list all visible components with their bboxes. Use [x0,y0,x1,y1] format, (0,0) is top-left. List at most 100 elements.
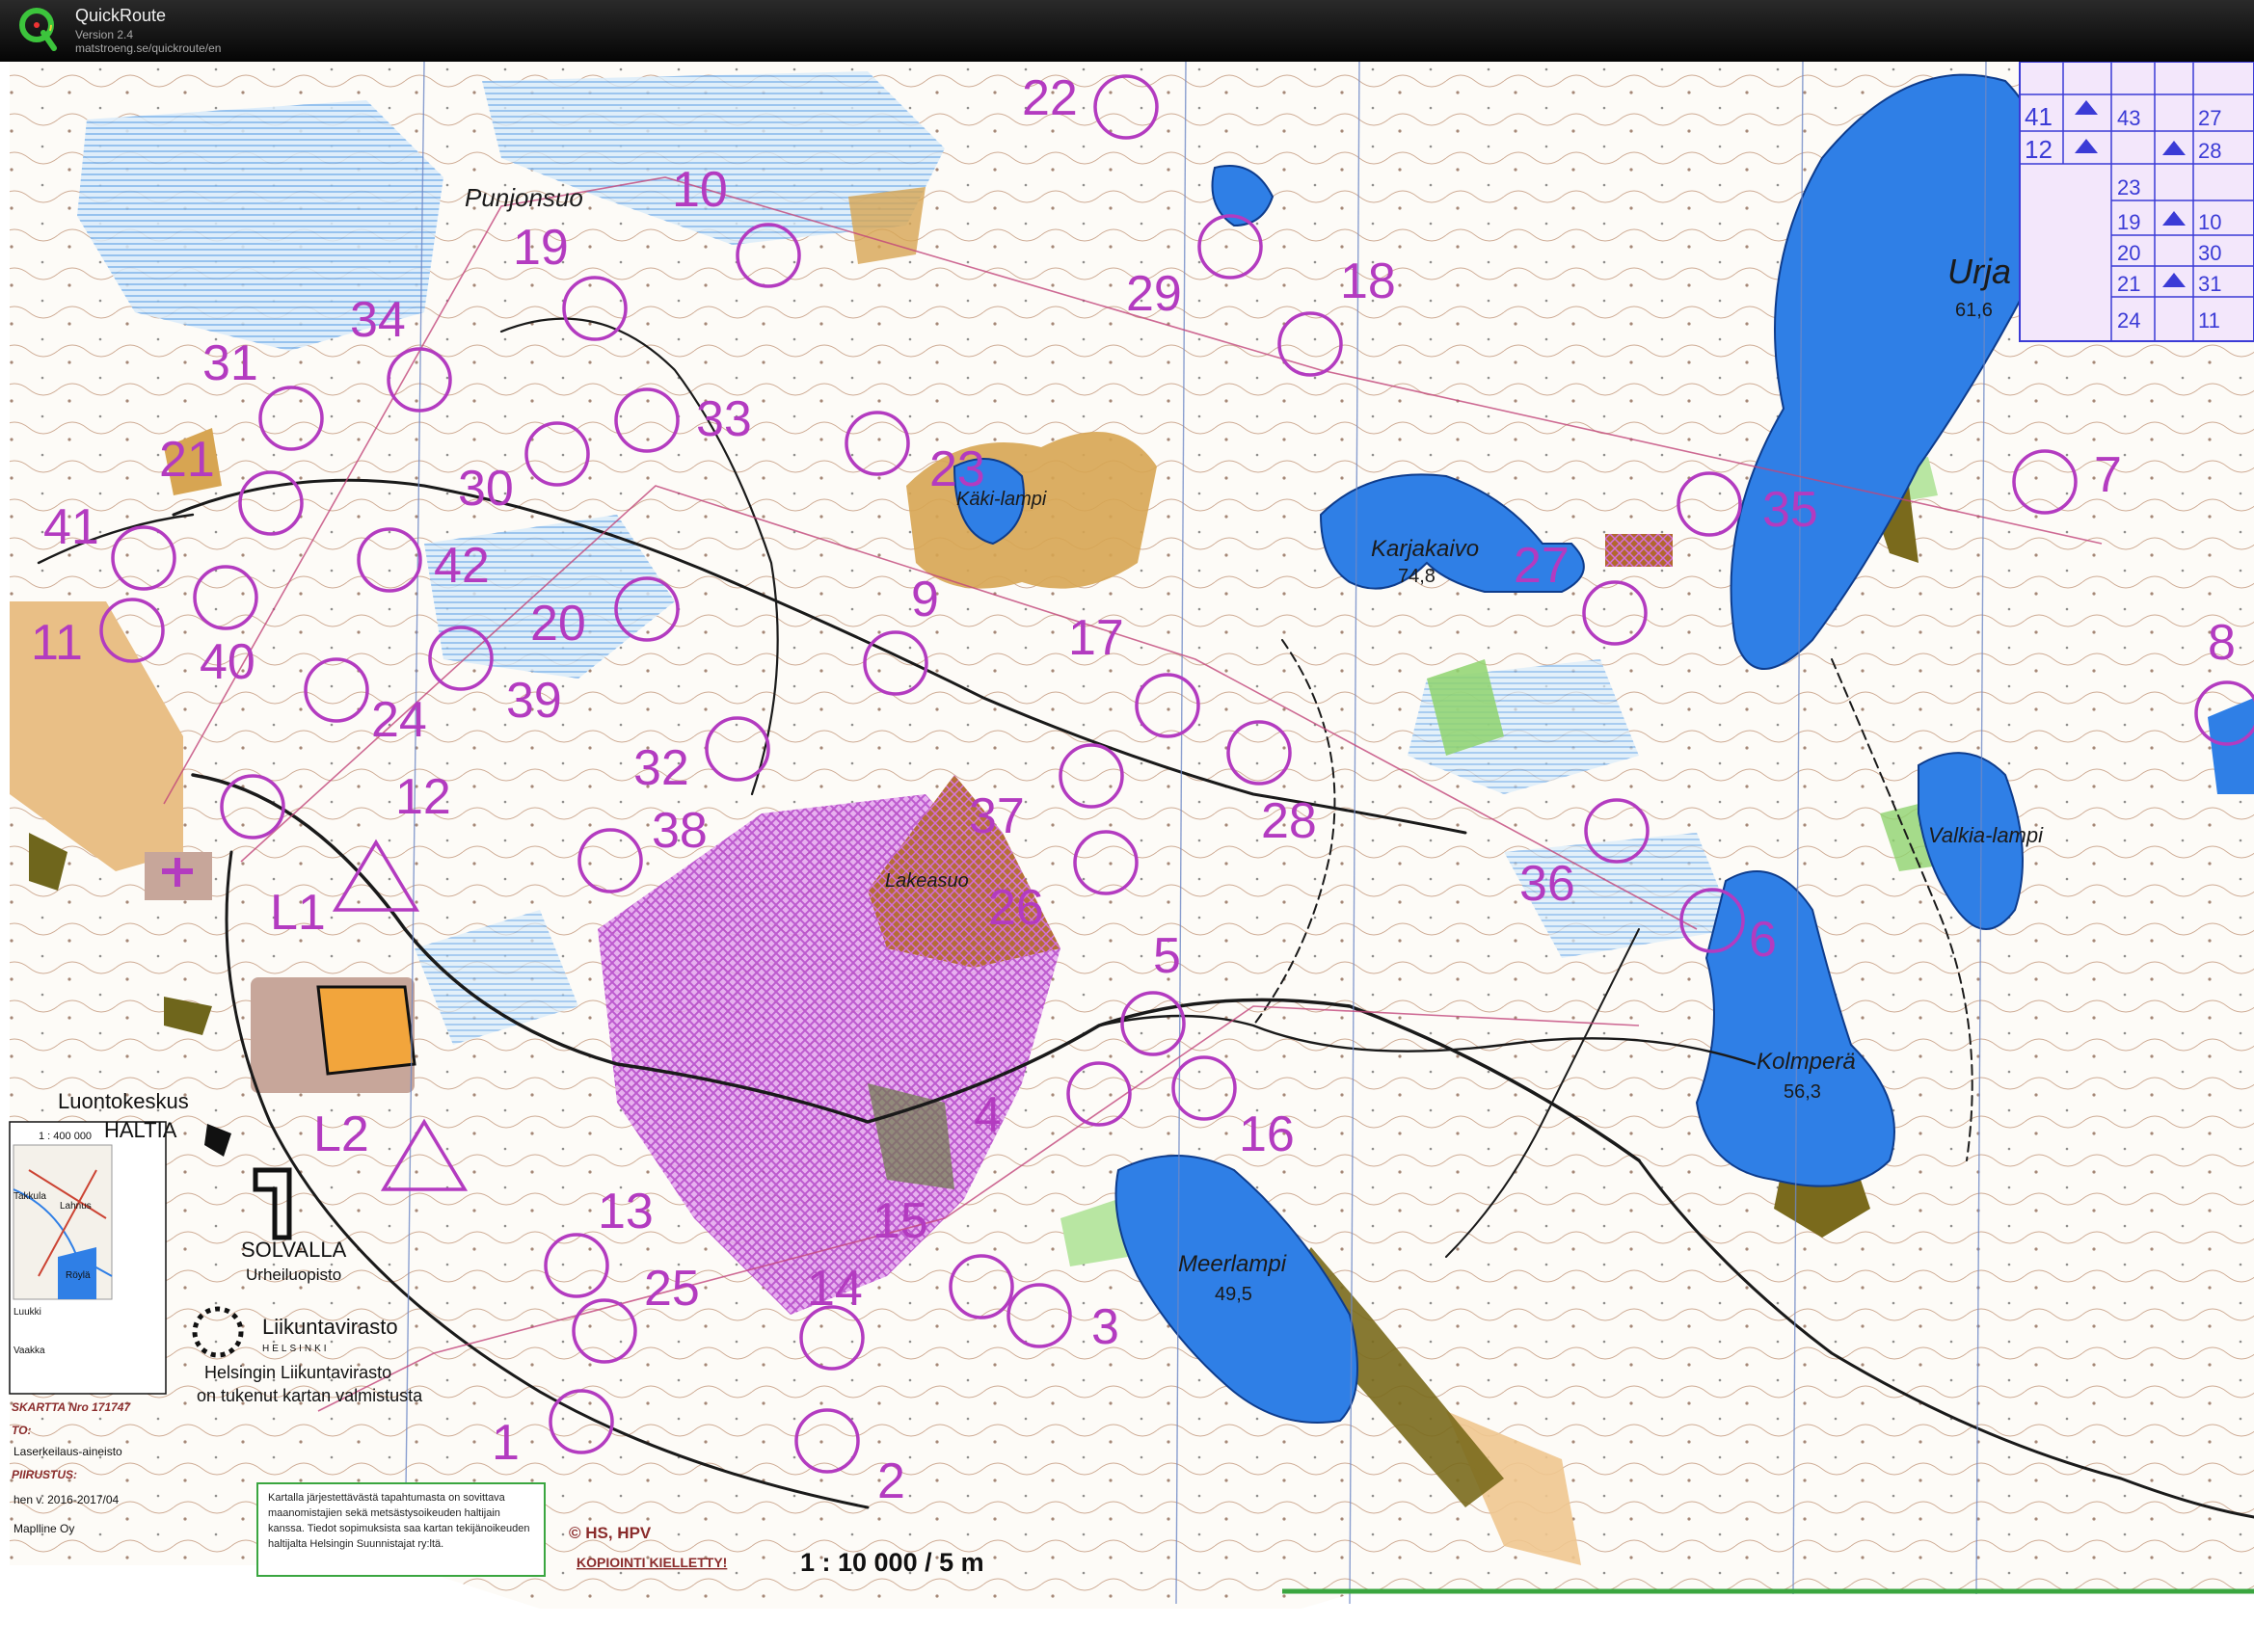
app-name: QuickRoute [75,6,167,25]
liikuntavirasto-label: Liikuntavirasto [262,1315,398,1339]
map-canvas[interactable]: 1 2 3 4 5 6 7 8 9 10 11 12 13 14 15 16 1… [0,62,2254,1652]
control-number: 41 [43,499,99,555]
control-number: 35 [1762,482,1818,538]
app-version: Version 2.4 [75,28,134,41]
control-number: 19 [513,220,569,276]
control-description-grid: 41 12 43 27 28 23 19 10 20 30 21 31 24 1… [2019,62,2254,342]
control-number: 27 [1514,538,1570,594]
control-number: 22 [1022,70,1078,126]
place-label: Valkia-lampi [1928,823,2044,847]
grid-cell: 28 [2198,139,2221,163]
copy-forbidden: KOPIOINTI KIELLETTY! [577,1555,727,1570]
grid-cell: 41 [2025,102,2053,131]
info-line: Laserkeilaus-aineisto [13,1445,122,1458]
control-number: 7 [2094,447,2122,503]
control-number: 20 [530,596,586,652]
control-number: 5 [1153,928,1181,984]
grid-cell: 27 [2198,106,2221,130]
grid-cell: 31 [2198,272,2221,296]
map-number: SKARTTA Nro 171747 [12,1400,131,1414]
grid-cell: 20 [2117,241,2140,265]
control-number: 12 [395,769,451,825]
haltia-label: HALTIA [104,1118,177,1142]
permission-notice: Kartalla järjestettävästä tapahtumasta o… [256,1482,546,1577]
control-number: 30 [458,461,514,517]
control-number: 18 [1340,253,1396,309]
info-line: PIIRUSTUS: [12,1468,77,1481]
map-scale: 1 : 10 000 / 5 m [800,1548,984,1577]
luontokeskus-label: Luontokeskus [58,1089,189,1113]
control-number: 40 [200,634,255,690]
inset-scale: 1 : 400 000 [39,1131,92,1142]
place-label: Urja [1947,252,2011,291]
control-number: 38 [652,803,708,859]
control-number: 26 [988,880,1044,936]
app-url[interactable]: matstroeng.se/quickroute/en [75,41,221,55]
elevation-label: 61,6 [1955,300,1993,321]
inset-place: Luukki [13,1307,41,1318]
place-label: Käki-lampi [956,489,1047,510]
place-label: Karjakaivo [1371,536,1479,562]
elevation-label: 49,5 [1215,1284,1252,1305]
place-label: Meerlampi [1178,1251,1287,1277]
control-number: 21 [159,432,215,488]
control-number: 42 [434,538,490,594]
control-number: 28 [1261,793,1317,849]
orienteering-map[interactable]: 1 2 3 4 5 6 7 8 9 10 11 12 13 14 15 16 1… [0,62,2254,1652]
inset-place: Vaakka [13,1346,45,1356]
urheiluopisto-label: Urheiluopisto [246,1266,341,1284]
control-number: 33 [696,391,752,447]
control-number: 15 [872,1193,928,1249]
control-number: 29 [1126,266,1182,322]
inset-place: Lahnus [60,1201,92,1212]
control-number: 6 [1749,912,1777,968]
control-number: 2 [877,1453,905,1509]
grid-cell: 11 [2198,308,2220,333]
control-number: 13 [598,1184,654,1239]
control-number: 39 [506,673,562,729]
control-number: 14 [807,1261,863,1317]
grid-cell: 43 [2117,106,2140,130]
control-number: 11 [31,615,83,671]
start-label: L1 [270,885,326,941]
grid-cell: 24 [2117,308,2140,333]
control-number: 16 [1239,1106,1295,1162]
control-number: 37 [969,788,1025,844]
control-number: 25 [644,1261,700,1317]
control-number: 17 [1068,610,1124,666]
control-number: 32 [633,740,689,796]
place-label: Kolmperä [1757,1049,1856,1075]
grid-cell: 21 [2117,272,2140,296]
control-number: 9 [911,572,939,627]
inset-place: Takkula [13,1191,46,1202]
grid-cell: 23 [2117,175,2140,200]
inset-place: Röylä [66,1270,91,1281]
start-label: L2 [313,1106,369,1162]
helsinki-label: HELSINKI [262,1344,330,1354]
info-line: Maplline Oy [13,1522,74,1535]
grid-cell: 30 [2198,241,2221,265]
place-label: Lakeasuo [885,870,969,892]
control-number: 10 [672,162,728,218]
grid-cell: 12 [2025,135,2053,164]
control-number: 34 [350,292,406,348]
copyright: © HS, HPV [569,1524,652,1542]
solvalla-label: SOLVALLA [241,1238,347,1262]
control-number: 3 [1091,1299,1119,1355]
info-line: TO: [12,1424,31,1437]
grid-cell: 19 [2117,210,2140,234]
place-label: Punjonsuo [465,183,583,212]
control-number: 36 [1519,856,1575,912]
control-number: 31 [202,335,258,391]
control-number: 8 [2208,615,2236,671]
elevation-label: 56,3 [1784,1081,1821,1103]
grid-cell: 10 [2198,210,2221,234]
quickroute-q-logo-icon [19,8,57,51]
control-number: 1 [492,1415,520,1471]
control-number: 4 [974,1087,1002,1143]
info-line: hen v. 2016-2017/04 [13,1493,120,1506]
support-text: on tukenut kartan valmistusta [197,1386,423,1405]
title-bar: QuickRoute Version 2.4 matstroeng.se/qui… [0,0,2254,62]
elevation-label: 74,8 [1398,566,1436,587]
support-text: Helsingin Liikuntavirasto [204,1363,391,1382]
